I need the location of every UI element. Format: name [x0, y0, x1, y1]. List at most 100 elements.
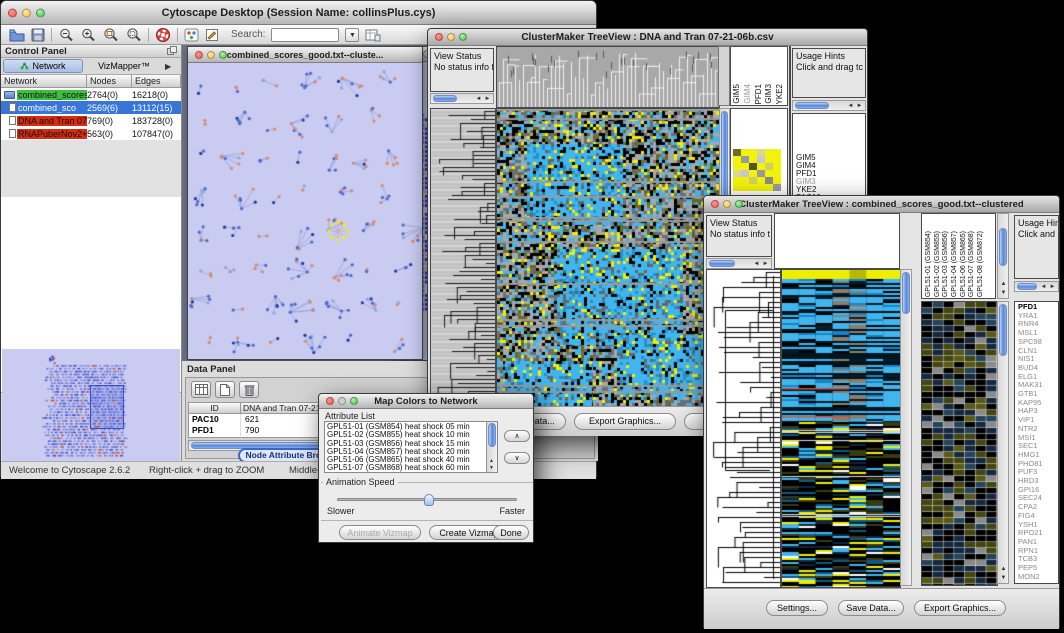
- matrix-cell[interactable]: [757, 177, 765, 184]
- attribute-list[interactable]: GPL51-01 (GSM854) heat shock 05 minGPL51…: [324, 421, 498, 473]
- zoom-window-icon[interactable]: [350, 397, 358, 405]
- global-heatmap[interactable]: [781, 269, 901, 588]
- matrix-cell[interactable]: [733, 163, 741, 170]
- matrix-cell[interactable]: [757, 156, 765, 163]
- usage-hints-hscrollbar[interactable]: ◄►: [1014, 281, 1059, 292]
- matrix-cell[interactable]: [749, 163, 757, 170]
- settings-button[interactable]: Settings...: [766, 600, 828, 616]
- row-dendrogram[interactable]: [706, 269, 781, 588]
- attribute-browser-icon[interactable]: [365, 28, 381, 42]
- column-labels-vscrollbar[interactable]: ▲▼: [997, 213, 1009, 299]
- matrix-cell[interactable]: [757, 170, 765, 177]
- scroll-up-icon[interactable]: ▲: [999, 566, 1008, 572]
- export-graphics-button[interactable]: Export Graphics...: [574, 413, 676, 430]
- matrix-cell[interactable]: [757, 149, 765, 156]
- attribute-list-item[interactable]: GPL51-07 (GSM868) heat shock 60 min: [325, 464, 486, 472]
- scroll-up-icon[interactable]: ▲: [999, 281, 1008, 287]
- row-dendrogram[interactable]: [430, 108, 496, 408]
- dendrogram-scroll-strip[interactable]: [718, 46, 730, 106]
- usage-hints-hscrollbar[interactable]: ◄►: [792, 100, 866, 111]
- matrix-cell[interactable]: [741, 177, 749, 184]
- close-icon[interactable]: [195, 51, 203, 59]
- network-canvas[interactable]: [188, 63, 422, 359]
- scroll-up-icon[interactable]: ▲: [487, 459, 496, 464]
- column-label[interactable]: GPL51-03 (GSM856): [942, 231, 950, 297]
- data-col-id[interactable]: ID: [189, 403, 241, 414]
- window-controls[interactable]: [195, 51, 227, 59]
- network-list-row[interactable]: RNAPuberNov2+I563(0)107847(0): [1, 127, 181, 140]
- matrix-cell[interactable]: [773, 149, 781, 156]
- zoom-window-icon[interactable]: [459, 33, 467, 41]
- network-list-row[interactable]: combined_scores2764(0)16218(0): [1, 88, 181, 101]
- matrix-cell[interactable]: [733, 170, 741, 177]
- matrix-cell[interactable]: [741, 149, 749, 156]
- save-data-button[interactable]: Save Data...: [838, 600, 904, 616]
- scroll-left-icon[interactable]: ◄: [846, 103, 855, 109]
- matrix-cell[interactable]: [741, 163, 749, 170]
- close-icon[interactable]: [326, 397, 334, 405]
- matrix-cell[interactable]: [765, 156, 773, 163]
- main-title-bar[interactable]: Cytoscape Desktop (Session Name: collins…: [1, 1, 596, 25]
- network-view-window-1[interactable]: combined_scores_good.txt--cluste...: [187, 46, 423, 360]
- help-lifering-icon[interactable]: [155, 27, 171, 43]
- column-label[interactable]: GPL51-01 (GSM854): [925, 231, 933, 297]
- matrix-cell[interactable]: [733, 184, 741, 191]
- animate-vizmap-button[interactable]: Animate Vizmap: [339, 525, 421, 540]
- global-heatmap[interactable]: [496, 108, 720, 408]
- network-list-row[interactable]: combined_sco2569(6)13112(15): [1, 101, 181, 114]
- network-list-row[interactable]: DNA and Tran 07769(0)183728(0): [1, 114, 181, 127]
- new-attribute-icon[interactable]: [215, 381, 235, 398]
- minimize-icon[interactable]: [447, 33, 455, 41]
- matrix-cell[interactable]: [757, 184, 765, 191]
- column-dendrogram[interactable]: [496, 46, 720, 108]
- export-graphics-button[interactable]: Export Graphics...: [914, 600, 1006, 616]
- zoom-window-icon[interactable]: [735, 200, 743, 208]
- scroll-down-icon[interactable]: ▼: [999, 290, 1008, 296]
- matrix-cell[interactable]: [749, 149, 757, 156]
- matrix-cell[interactable]: [741, 184, 749, 191]
- scroll-down-icon[interactable]: ▼: [487, 466, 496, 471]
- done-button[interactable]: Done: [493, 525, 529, 540]
- column-label[interactable]: GPL51-06 (GSM865): [960, 231, 968, 297]
- matrix-cell[interactable]: [765, 184, 773, 191]
- view-status-hscrollbar[interactable]: ◄►: [430, 93, 494, 104]
- slider-thumb[interactable]: [424, 494, 434, 506]
- gene-labels-panel[interactable]: PFD1YRA1RNR4MSL1SPC98CLN1NIS1BUD4ELG1MAK…: [1014, 301, 1059, 584]
- scroll-right-icon[interactable]: ►: [483, 96, 492, 102]
- scroll-left-icon[interactable]: ◄: [1039, 284, 1048, 290]
- gene-label[interactable]: MON2: [1018, 573, 1058, 582]
- search-dropdown[interactable]: ▼: [345, 28, 359, 42]
- matrix-cell[interactable]: [757, 163, 765, 170]
- birdseye-viewport-rect[interactable]: [90, 385, 124, 429]
- zoom-heatmap-vscrollbar[interactable]: ▲▼: [997, 301, 1009, 584]
- delete-attribute-trash-icon[interactable]: [239, 381, 259, 398]
- scroll-left-icon[interactable]: ◄: [474, 96, 483, 102]
- matrix-cell[interactable]: [765, 177, 773, 184]
- save-icon[interactable]: [31, 28, 45, 42]
- matrix-cell[interactable]: [741, 170, 749, 177]
- matrix-cell[interactable]: [773, 170, 781, 177]
- minimize-icon[interactable]: [22, 8, 31, 17]
- matrix-cell[interactable]: [765, 170, 773, 177]
- attribute-list-vscrollbar[interactable]: ▲▼: [486, 422, 497, 472]
- matrix-cell[interactable]: [765, 149, 773, 156]
- select-attributes-icon[interactable]: [191, 381, 211, 398]
- zoom-out-icon[interactable]: [58, 27, 74, 43]
- view-status-hscrollbar[interactable]: ◄►: [706, 258, 772, 269]
- column-label[interactable]: GPL51-08 (GSM872): [977, 231, 985, 297]
- column-label[interactable]: YKE2: [776, 84, 785, 104]
- close-icon[interactable]: [711, 200, 719, 208]
- matrix-cell[interactable]: [773, 177, 781, 184]
- column-label[interactable]: GIM5: [733, 84, 742, 104]
- matrix-cell[interactable]: [733, 156, 741, 163]
- scroll-down-icon[interactable]: ▼: [999, 575, 1008, 581]
- close-icon[interactable]: [435, 33, 443, 41]
- column-label[interactable]: PFD1: [755, 84, 764, 104]
- matrix-cell[interactable]: [733, 177, 741, 184]
- matrix-cell[interactable]: [741, 156, 749, 163]
- matrix-cell[interactable]: [773, 156, 781, 163]
- zoom-heatmap[interactable]: [921, 301, 998, 586]
- move-down-button[interactable]: ∨: [504, 452, 530, 464]
- column-labels-panel[interactable]: GPL51-01 (GSM854)GPL51-02 (GSM855)GPL51-…: [921, 213, 996, 299]
- matrix-cell[interactable]: [773, 163, 781, 170]
